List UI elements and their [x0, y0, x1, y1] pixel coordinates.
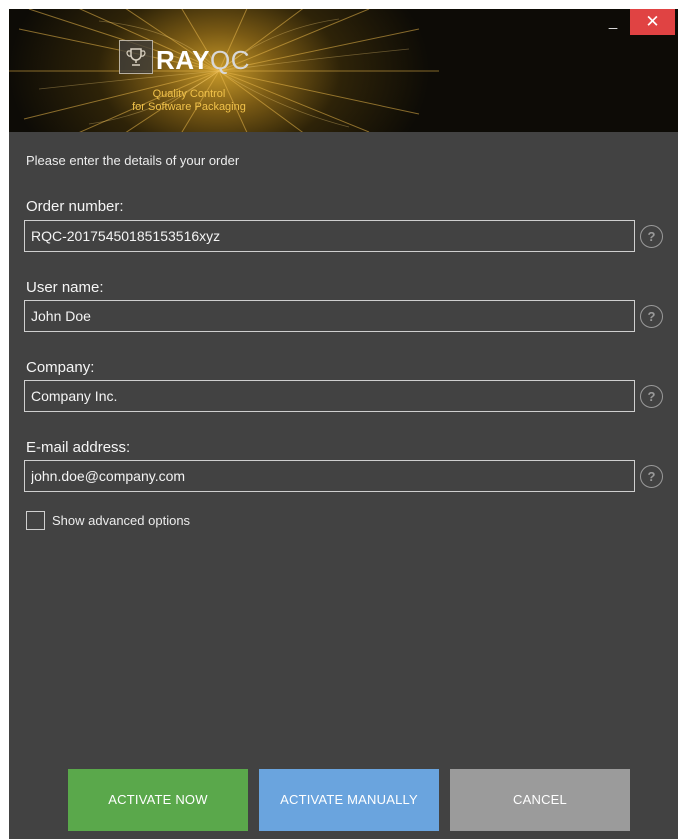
tagline-line1: Quality Control: [152, 88, 226, 100]
brand-tagline: Quality Control for Software Packaging: [109, 88, 269, 114]
minimize-button[interactable]: _: [603, 14, 623, 35]
brand-primary: RAY: [156, 45, 211, 75]
advanced-options-toggle[interactable]: Show advanced options: [26, 511, 190, 530]
email-input[interactable]: [24, 460, 635, 492]
tagline-line2: for Software Packaging: [132, 101, 246, 113]
intro-text: Please enter the details of your order: [26, 153, 240, 168]
trophy-icon: [119, 40, 153, 74]
email-help-icon[interactable]: ?: [640, 465, 663, 488]
advanced-options-checkbox[interactable]: [26, 511, 45, 530]
order-number-input[interactable]: [24, 220, 635, 252]
close-button[interactable]: ✕: [630, 9, 675, 35]
header-banner: RAYQC Quality Control for Software Packa…: [9, 9, 678, 132]
cancel-button[interactable]: CANCEL: [450, 769, 630, 831]
brand-secondary: QC: [210, 45, 251, 75]
email-label: E-mail address:: [26, 439, 131, 456]
user-name-label: User name:: [26, 279, 104, 296]
user-name-help-icon[interactable]: ?: [640, 305, 663, 328]
order-number-label: Order number:: [26, 198, 124, 215]
user-name-input[interactable]: [24, 300, 635, 332]
company-input[interactable]: [24, 380, 635, 412]
brand-logo: RAYQC: [156, 45, 250, 75]
company-help-icon[interactable]: ?: [640, 385, 663, 408]
activate-now-button[interactable]: ACTIVATE NOW: [68, 769, 248, 831]
advanced-options-label: Show advanced options: [52, 513, 191, 528]
activation-dialog: RAYQC Quality Control for Software Packa…: [9, 9, 678, 839]
activate-manually-button[interactable]: ACTIVATE MANUALLY: [259, 769, 439, 831]
company-label: Company:: [26, 359, 95, 376]
order-number-help-icon[interactable]: ?: [640, 225, 663, 248]
